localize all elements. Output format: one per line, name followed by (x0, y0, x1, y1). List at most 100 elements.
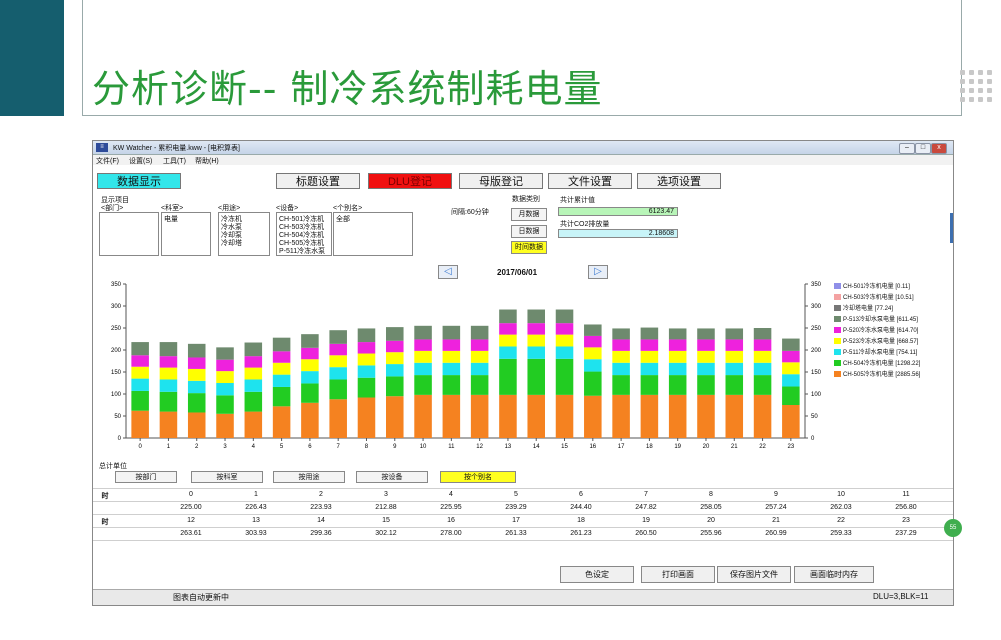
bar-segment (131, 342, 149, 356)
bar-segment (584, 359, 602, 372)
decor-dot (987, 79, 992, 84)
y-tick-label-left: 100 (111, 392, 122, 398)
bar-segment (782, 362, 800, 375)
temp-memory-button[interactable]: 画面临时内存 (794, 566, 874, 583)
bar-segment (555, 334, 574, 347)
bar-segment (612, 375, 630, 395)
x-tick-label: 21 (731, 444, 738, 450)
bar-segment (612, 394, 630, 438)
hour-cell: 10 (837, 491, 845, 498)
bar-segment (301, 334, 319, 348)
stacked-bar-chart: 0501001502002503003500501001502002503003… (111, 282, 822, 450)
bar-segment (555, 346, 574, 359)
legend-label: 冷却塔电量 [77.24] (843, 306, 894, 312)
bar-segment (697, 394, 715, 438)
value-cell: 244.40 (570, 504, 592, 511)
bar-segment (244, 367, 263, 380)
bar-segment (244, 391, 263, 412)
legend-item: CH-503冷冻机电量 [10.51] (834, 292, 914, 301)
bar-segment (555, 309, 574, 324)
value-cell: 261.33 (505, 530, 527, 537)
bar-segment (470, 350, 489, 363)
bar-segment (329, 367, 347, 380)
by-account-button[interactable]: 按科室 (191, 471, 263, 483)
value-cell: 256.80 (895, 504, 917, 511)
bar-segment (470, 362, 489, 376)
by-device-button[interactable]: 按设备 (356, 471, 428, 483)
print-screen-button[interactable]: 打印画面 (641, 566, 715, 583)
bar-segment (442, 394, 461, 438)
legend-label: P-511冷却水泵电量 [754.11] (843, 350, 918, 356)
legend-label: CH-504冷冻机电量 [1298.22] (843, 361, 921, 367)
bar-segment (442, 339, 461, 351)
value-cell: 258.05 (700, 504, 722, 511)
x-tick-label: 7 (337, 444, 341, 450)
bar-segment (131, 366, 149, 379)
hour-cell: 9 (774, 491, 778, 498)
legend-item: P-520冷冻水泵电量 [614.70] (834, 325, 918, 334)
bar-segment (753, 362, 772, 376)
value-cell: 262.03 (830, 504, 852, 511)
value-cell: 247.82 (635, 504, 657, 511)
value-cell: 225.00 (180, 504, 202, 511)
decor-dot (969, 97, 974, 102)
slide-title: 分析诊断-- 制冷系统制耗电量 (92, 67, 603, 111)
bar-segment (640, 327, 659, 340)
bar-segment (187, 380, 206, 394)
bar-segment (159, 342, 178, 357)
bar-segment (499, 323, 517, 335)
bar-segment (753, 394, 772, 438)
bar-segment (216, 383, 234, 396)
y-tick-label-right: 350 (811, 282, 822, 288)
decor-dot (978, 88, 983, 93)
bar-segment (640, 375, 659, 395)
by-usage-button[interactable]: 按用途 (273, 471, 345, 483)
by-dept-button[interactable]: 按部门 (115, 471, 177, 483)
hour-cell: 22 (837, 517, 845, 524)
value-cell: 223.93 (310, 504, 332, 511)
hour-cell: 3 (384, 491, 388, 498)
hour-cell: 7 (644, 491, 648, 498)
bar-segment (414, 339, 432, 351)
x-tick-label: 8 (365, 444, 369, 450)
by-alias-button[interactable]: 按个别名 (440, 471, 516, 483)
bar-segment (301, 371, 319, 384)
bar-segment (244, 411, 263, 438)
legend-label: CH-503冷冻机电量 [10.51] (843, 295, 914, 301)
y-tick-label-right: 300 (811, 304, 822, 310)
bar-segment (782, 374, 800, 387)
bar-segment (527, 323, 545, 335)
teal-decor-block (0, 0, 64, 116)
bar-segment (782, 386, 800, 405)
bar-segment (584, 347, 602, 360)
x-tick-label: 1 (167, 444, 171, 450)
color-setting-button[interactable]: 色设定 (560, 566, 634, 583)
bar-segment (187, 412, 206, 438)
bar-segment (470, 339, 489, 351)
bar-segment (414, 350, 432, 363)
bar-segment (668, 362, 687, 376)
x-tick-label: 11 (448, 444, 455, 450)
decor-dot (969, 70, 974, 75)
x-tick-label: 4 (252, 444, 256, 450)
bar-segment (386, 376, 404, 397)
legend-swatch (834, 283, 841, 290)
hour-cell: 19 (642, 517, 650, 524)
y-tick-label-left: 350 (111, 282, 122, 288)
table-divider (93, 488, 953, 489)
save-image-button[interactable]: 保存图片文件 (717, 566, 791, 583)
bar-segment (697, 375, 715, 395)
bar-segment (357, 397, 376, 438)
floating-green-icon[interactable]: 55 (944, 519, 962, 537)
decor-dot (969, 88, 974, 93)
decor-dot (960, 70, 965, 75)
hour-cell: 17 (512, 517, 520, 524)
x-tick-label: 9 (393, 444, 397, 450)
bar-segment (442, 362, 461, 376)
value-cell: 260.50 (635, 530, 657, 537)
legend-item: CH-504冷冻机电量 [1298.22] (834, 358, 920, 367)
hour-cell: 20 (707, 517, 715, 524)
bar-segment (216, 359, 234, 372)
dot-grid-decor (960, 70, 1000, 106)
bar-segment (584, 395, 602, 438)
